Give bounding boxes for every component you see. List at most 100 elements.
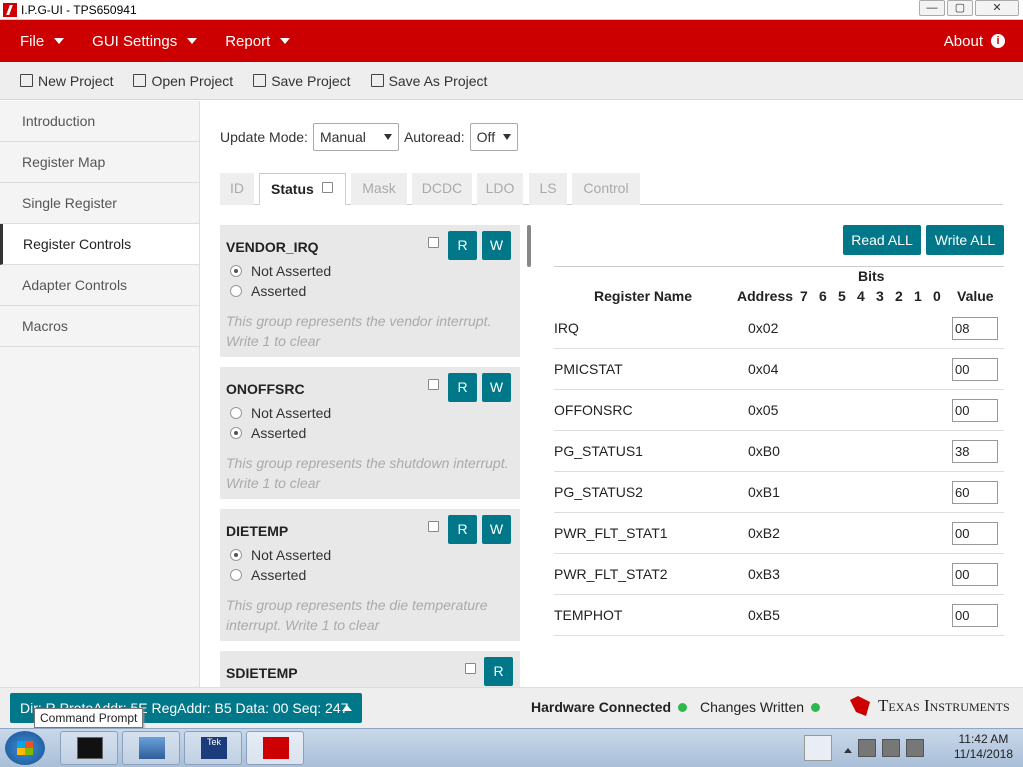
group-checkbox[interactable] [428,379,439,390]
ti-logo: Texas Instruments [850,696,1010,716]
autoread-select[interactable]: Off [469,123,518,151]
register-value-input[interactable]: 00 [952,399,998,422]
sidebar-item-register-controls[interactable]: Register Controls [0,224,199,265]
group-description: This group represents the shutdown inter… [226,453,516,493]
status-bar: Dir: R ProtoAddr: 5E RegAddr: B5 Data: 0… [0,687,1023,728]
new-project-button[interactable]: New Project [20,73,113,89]
tab-status-checkbox[interactable] [321,182,333,193]
volume-muted-icon[interactable] [906,739,924,757]
register-value-input[interactable]: 00 [952,358,998,381]
description-line: interrupt. Write 1 to clear [226,617,380,633]
bit-header: 0 [933,288,941,304]
close-button[interactable]: ✕ [975,0,1019,16]
register-value-input[interactable]: 00 [952,522,998,545]
register-value-input[interactable]: 38 [952,440,998,463]
read-button[interactable]: R [448,231,477,260]
pen-input-icon[interactable] [804,735,832,761]
open-project-button[interactable]: Open Project [133,73,233,89]
write-button[interactable]: W [482,373,511,402]
radio-dot-selected [230,265,242,277]
taskbar-network-app[interactable] [122,731,180,765]
status-dot-icon [678,702,688,712]
sidebar-item-introduction[interactable]: Introduction [0,101,199,142]
write-button[interactable]: W [482,231,511,260]
description-line: Write 1 to clear [226,333,321,349]
about-label: About [943,32,983,50]
menu-bar: File GUI Settings Report About i [0,20,1023,62]
register-value-input[interactable]: 00 [952,563,998,586]
register-address: 0xB2 [748,525,780,541]
register-value-input[interactable]: 00 [952,604,998,627]
radio-not-asserted[interactable]: Not Asserted [230,405,331,421]
show-hidden-icons-icon[interactable] [844,744,852,753]
group-description: This group represents the vendor interru… [226,311,516,351]
chevron-up-icon [342,705,352,711]
tab-ls[interactable]: LS [529,173,567,205]
autoread-label: Autoread: [403,129,465,145]
write-button[interactable]: W [482,515,511,544]
new-project-label: New Project [38,72,114,89]
chevron-down-icon [280,38,291,44]
group-list-scrollbar[interactable] [527,225,531,267]
group-checkbox[interactable] [428,237,439,248]
clock[interactable]: 11:42 AM 11/14/2018 [954,732,1013,762]
chevron-down-icon [54,38,65,44]
tab-dcdc[interactable]: DCDC [412,173,472,205]
group-checkbox[interactable] [465,663,476,674]
save-as-project-label: Save As Project [388,72,488,89]
radio-not-asserted[interactable]: Not Asserted [230,263,331,279]
tab-control[interactable]: Control [572,173,640,205]
bitfield-group-onoffsrc: ONOFFSRC R W Not Asserted Asserted This … [220,367,520,499]
hardware-status: Hardware Connected [531,699,688,715]
taskbar-tek-app[interactable]: Tek [184,731,242,765]
radio-label: Not Asserted [251,547,332,563]
radio-asserted[interactable]: Asserted [230,567,306,583]
sidebar-item-single-register[interactable]: Single Register [0,183,199,224]
sidebar-item-register-map[interactable]: Register Map [0,142,199,183]
register-address: 0xB0 [748,443,780,459]
start-button[interactable] [5,731,45,765]
about-button[interactable]: About i [944,33,1005,50]
radio-not-asserted[interactable]: Not Asserted [230,547,331,563]
clock-date: 11/14/2018 [953,747,1013,761]
tab-id[interactable]: ID [220,173,254,205]
menu-file-label: File [20,32,45,50]
tab-mask[interactable]: Mask [351,173,407,205]
menu-gui-settings[interactable]: GUI Settings [92,33,198,50]
register-address: 0xB1 [748,484,780,500]
bitfield-group-list[interactable]: VENDOR_IRQ R W Not Asserted Asserted Thi… [220,225,520,687]
register-address: 0x05 [748,402,779,418]
read-button[interactable]: R [484,657,513,686]
menu-report[interactable]: Report [225,33,291,50]
ti-logo-text: Texas Instruments [878,696,1010,715]
ti-logo-icon [850,696,870,716]
device-icon[interactable] [858,739,876,757]
table-row: PWR_FLT_STAT20xB30000000000 [554,554,1004,595]
save-as-project-button[interactable]: Save As Project [370,72,488,89]
register-address: 0x02 [748,320,779,336]
read-button[interactable]: R [448,373,477,402]
read-all-button[interactable]: Read ALL [843,225,921,255]
tab-status[interactable]: Status [259,173,346,205]
taskbar-ipg-ui[interactable] [246,731,304,765]
network-icon[interactable] [882,739,900,757]
save-as-icon [370,74,384,87]
computer-icon [139,737,165,759]
taskbar-command-prompt[interactable] [60,731,118,765]
register-value-input[interactable]: 60 [952,481,998,504]
write-all-button[interactable]: Write ALL [926,225,1004,255]
read-button[interactable]: R [448,515,477,544]
group-checkbox[interactable] [428,521,439,532]
sidebar-item-adapter-controls[interactable]: Adapter Controls [0,265,199,306]
register-value-input[interactable]: 08 [952,317,998,340]
minimize-button[interactable]: — [919,0,945,16]
group-description: This group represents the die temperatur… [226,595,516,635]
tab-ldo[interactable]: LDO [477,173,523,205]
radio-asserted[interactable]: Asserted [230,425,306,441]
sidebar-item-macros[interactable]: Macros [0,306,199,347]
save-project-button[interactable]: Save Project [253,73,351,89]
update-mode-select[interactable]: Manual [312,123,399,151]
maximize-button[interactable]: ▢ [947,0,973,16]
menu-file[interactable]: File [20,32,65,50]
radio-asserted[interactable]: Asserted [230,283,306,299]
